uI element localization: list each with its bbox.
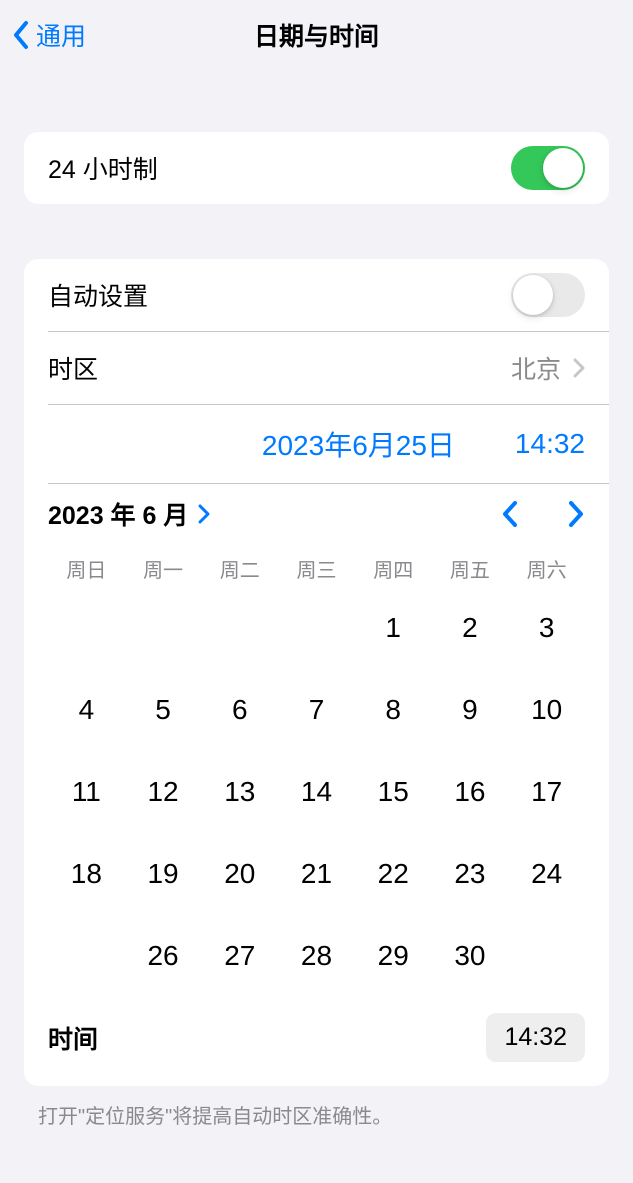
day-cell[interactable]: 17 [508, 763, 585, 821]
row-timezone[interactable]: 时区 北京 [24, 332, 609, 404]
toggle-knob [543, 148, 583, 188]
day-cell[interactable]: 27 [201, 927, 278, 985]
day-cell[interactable]: 7 [278, 681, 355, 739]
day-cell[interactable]: 3 [508, 599, 585, 657]
day-cell[interactable]: 26 [125, 927, 202, 985]
row-date-time-display: 2023年6月25日 14:32 [24, 405, 609, 483]
day-cell[interactable]: 22 [355, 845, 432, 903]
day-cell[interactable]: 11 [48, 763, 125, 821]
day-cell[interactable]: 29 [355, 927, 432, 985]
day-cell[interactable]: 23 [432, 845, 509, 903]
day-cell[interactable]: 13 [201, 763, 278, 821]
back-button[interactable]: 通用 [12, 17, 86, 53]
timezone-value: 北京 [511, 350, 561, 386]
day-cell[interactable]: 6 [201, 681, 278, 739]
nav-bar: 通用 日期与时间 [0, 0, 633, 70]
calendar-header: 2023 年 6 月 [48, 496, 585, 532]
month-year-button[interactable]: 2023 年 6 月 [48, 496, 210, 532]
toggle-24hour[interactable] [511, 146, 585, 190]
day-cell-empty [201, 599, 278, 657]
day-cell-empty [125, 599, 202, 657]
day-cell[interactable]: 10 [508, 681, 585, 739]
time-picker-button[interactable]: 14:32 [486, 1013, 585, 1062]
weekday-label: 周二 [201, 554, 278, 583]
day-cell[interactable]: 12 [125, 763, 202, 821]
day-cell[interactable]: 30 [432, 927, 509, 985]
days-grid: 1234567891011121314151617181920212223242… [48, 599, 585, 985]
day-cell[interactable]: 24 [508, 845, 585, 903]
weekday-label: 周三 [278, 554, 355, 583]
label-24hour: 24 小时制 [48, 150, 158, 186]
month-year-label: 2023 年 6 月 [48, 496, 188, 532]
weekday-label: 周日 [48, 554, 125, 583]
time-row: 时间 14:32 [48, 1013, 585, 1062]
selected-time-button[interactable]: 14:32 [515, 428, 585, 460]
chevron-right-icon [567, 500, 585, 528]
toggle-auto-set[interactable] [511, 273, 585, 317]
section-datetime: 自动设置 时区 北京 2023年6月25日 14:32 2023 年 6 月 [24, 259, 609, 1086]
section-24hour: 24 小时制 [24, 132, 609, 204]
chevron-left-icon [12, 20, 30, 50]
day-cell[interactable]: 21 [278, 845, 355, 903]
day-cell[interactable]: 16 [432, 763, 509, 821]
prev-month-button[interactable] [501, 500, 519, 528]
footer-note: 打开"定位服务"将提高自动时区准确性。 [38, 1100, 595, 1129]
chevron-right-icon [573, 358, 585, 378]
weekday-label: 周一 [125, 554, 202, 583]
timezone-value-container: 北京 [511, 350, 585, 386]
chevron-right-icon [198, 504, 210, 524]
day-cell[interactable]: 25 [48, 927, 125, 985]
day-cell[interactable]: 19 [125, 845, 202, 903]
day-cell[interactable]: 9 [432, 681, 509, 739]
day-cell[interactable]: 18 [48, 845, 125, 903]
label-auto-set: 自动设置 [48, 277, 148, 313]
day-cell[interactable]: 2 [432, 599, 509, 657]
calendar: 2023 年 6 月 周日周一周二周三周四周五周六 12345 [24, 484, 609, 1086]
day-cell[interactable]: 5 [125, 681, 202, 739]
day-cell[interactable]: 1 [355, 599, 432, 657]
weekday-label: 周四 [355, 554, 432, 583]
day-cell-empty [48, 599, 125, 657]
calendar-nav-arrows [501, 500, 585, 528]
weekday-label: 周六 [508, 554, 585, 583]
weekday-label: 周五 [432, 554, 509, 583]
day-cell[interactable]: 20 [201, 845, 278, 903]
selected-date-button[interactable]: 2023年6月25日 [262, 424, 455, 464]
day-cell[interactable]: 4 [48, 681, 125, 739]
toggle-knob [513, 275, 553, 315]
time-label: 时间 [48, 1020, 98, 1056]
day-cell[interactable]: 8 [355, 681, 432, 739]
page-title: 日期与时间 [254, 17, 379, 53]
chevron-left-icon [501, 500, 519, 528]
day-cell[interactable]: 15 [355, 763, 432, 821]
weekday-row: 周日周一周二周三周四周五周六 [48, 554, 585, 583]
row-24hour: 24 小时制 [24, 132, 609, 204]
back-label: 通用 [36, 17, 86, 53]
label-timezone: 时区 [48, 350, 98, 386]
day-cell[interactable]: 28 [278, 927, 355, 985]
row-auto-set: 自动设置 [24, 259, 609, 331]
next-month-button[interactable] [567, 500, 585, 528]
day-cell-empty [278, 599, 355, 657]
day-cell[interactable]: 14 [278, 763, 355, 821]
